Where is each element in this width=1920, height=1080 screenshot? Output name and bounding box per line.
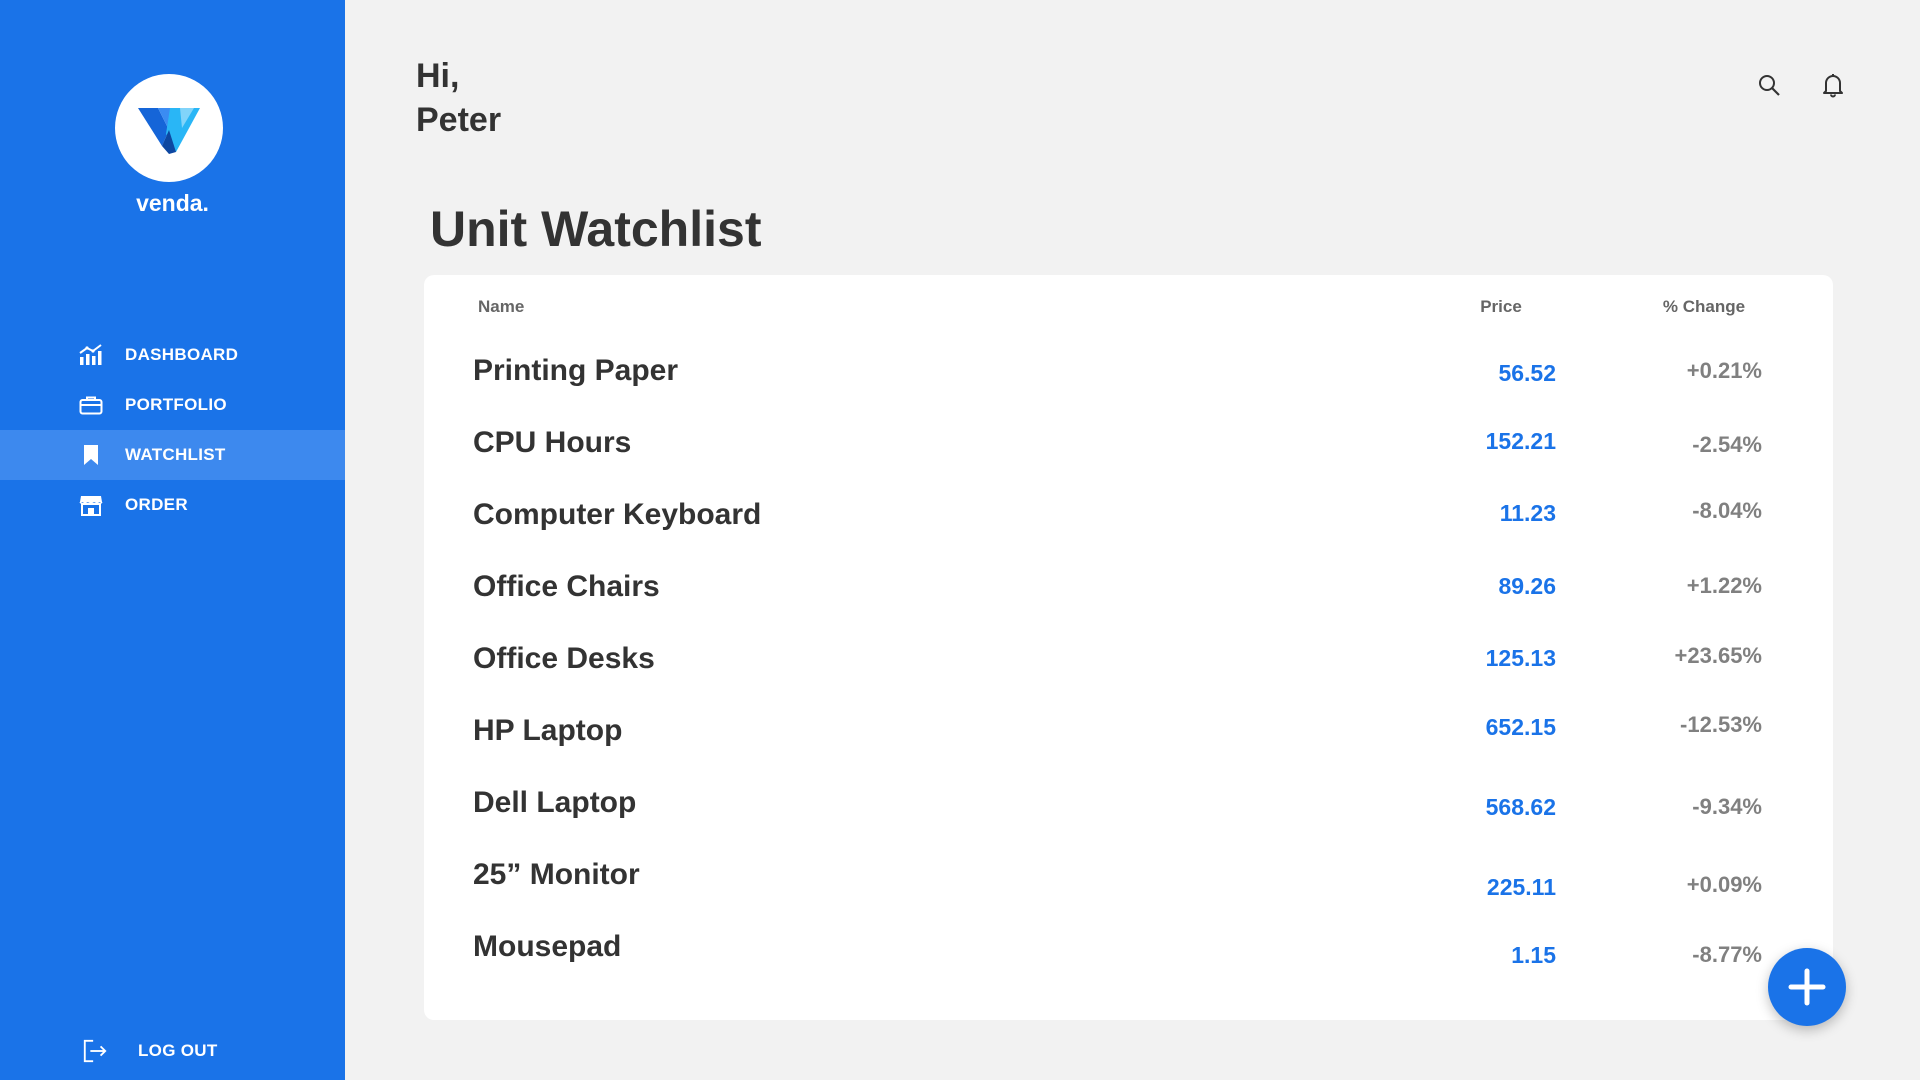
item-price: 652.15	[1485, 714, 1556, 740]
sidebar-nav: DASHBOARD PORTFOLIO WATCHLIST ORDER	[0, 330, 345, 530]
item-name: 25” Monitor	[473, 858, 640, 891]
item-change: -2.54%	[1692, 432, 1762, 457]
greeting: Hi, Peter	[416, 54, 501, 142]
item-name: Office Desks	[473, 642, 655, 675]
item-price: 225.11	[1486, 874, 1556, 900]
item-price: 152.21	[1485, 428, 1556, 454]
sidebar-item-watchlist[interactable]: WATCHLIST	[0, 430, 345, 480]
item-price: 1.15	[1511, 942, 1556, 968]
bookmark-icon	[78, 442, 104, 468]
table-row[interactable]: Mousepad 1.15 -8.77%	[424, 916, 1833, 976]
item-name: Mousepad	[473, 930, 622, 963]
table-row[interactable]: Office Chairs 89.26 +1.22%	[424, 556, 1833, 616]
sidebar-item-label: PORTFOLIO	[125, 395, 227, 414]
brand-logo[interactable]	[115, 74, 223, 182]
chart-icon	[78, 342, 104, 368]
page-title: Unit Watchlist	[430, 201, 762, 257]
table-row[interactable]: CPU Hours 152.21 -2.54%	[424, 412, 1833, 472]
item-name: Dell Laptop	[473, 786, 637, 819]
sidebar-item-label: DASHBOARD	[125, 345, 239, 364]
item-price: 125.13	[1485, 645, 1556, 671]
item-change: +23.65%	[1674, 643, 1762, 668]
store-icon	[78, 492, 104, 518]
logout-icon	[82, 1038, 108, 1064]
item-price: 11.23	[1499, 500, 1556, 526]
table-row[interactable]: Computer Keyboard 11.23 -8.04%	[424, 484, 1833, 544]
item-change: +0.09%	[1686, 872, 1762, 897]
logout-label: LOG OUT	[138, 1041, 218, 1060]
sidebar-item-label: ORDER	[125, 495, 188, 514]
item-change: -9.34%	[1692, 794, 1762, 819]
sidebar-item-order[interactable]: ORDER	[0, 480, 345, 530]
brand-name: venda.	[136, 190, 209, 216]
greeting-line1: Hi,	[416, 57, 460, 95]
v-logo-icon	[138, 108, 200, 154]
column-header-price: Price	[1480, 297, 1522, 316]
table-row[interactable]: Dell Laptop 568.62 -9.34%	[424, 772, 1833, 832]
table-row[interactable]: 25” Monitor 225.11 +0.09%	[424, 844, 1833, 904]
item-name: Computer Keyboard	[473, 498, 762, 531]
bell-icon[interactable]	[1818, 70, 1848, 100]
watchlist-table: Name Price % Change Printing Paper 56.52…	[424, 275, 1833, 1020]
item-name: HP Laptop	[473, 714, 623, 747]
plus-icon	[1788, 968, 1826, 1006]
column-header-change: % Change	[1662, 297, 1746, 316]
table-row[interactable]: HP Laptop 652.15 -12.53%	[424, 700, 1833, 760]
item-change: -8.04%	[1692, 498, 1762, 523]
item-change: +0.21%	[1686, 358, 1762, 383]
item-name: CPU Hours	[473, 426, 632, 459]
item-price: 56.52	[1498, 360, 1556, 386]
table-row[interactable]: Office Desks 125.13 +23.65%	[424, 628, 1833, 688]
item-name: Office Chairs	[473, 570, 660, 603]
table-row[interactable]: Printing Paper 56.52 +0.21%	[424, 340, 1833, 400]
sidebar: venda. DASHBOARD PORTFOLIO WATCHLIST ORD…	[0, 0, 345, 1080]
sidebar-item-label: WATCHLIST	[125, 445, 226, 464]
add-item-button[interactable]	[1768, 948, 1846, 1026]
column-header-name: Name	[478, 297, 525, 316]
search-icon[interactable]	[1754, 70, 1784, 100]
item-change: -8.77%	[1692, 942, 1762, 967]
item-price: 568.62	[1485, 794, 1556, 820]
item-change: +1.22%	[1686, 573, 1762, 598]
briefcase-icon	[78, 392, 104, 418]
item-change: -12.53%	[1680, 712, 1762, 737]
user-name: Peter	[416, 101, 502, 139]
sidebar-item-portfolio[interactable]: PORTFOLIO	[0, 380, 345, 430]
item-price: 89.26	[1498, 573, 1556, 599]
sidebar-item-dashboard[interactable]: DASHBOARD	[0, 330, 345, 380]
logout-button[interactable]: LOG OUT	[82, 1038, 218, 1064]
item-name: Printing Paper	[473, 354, 679, 387]
